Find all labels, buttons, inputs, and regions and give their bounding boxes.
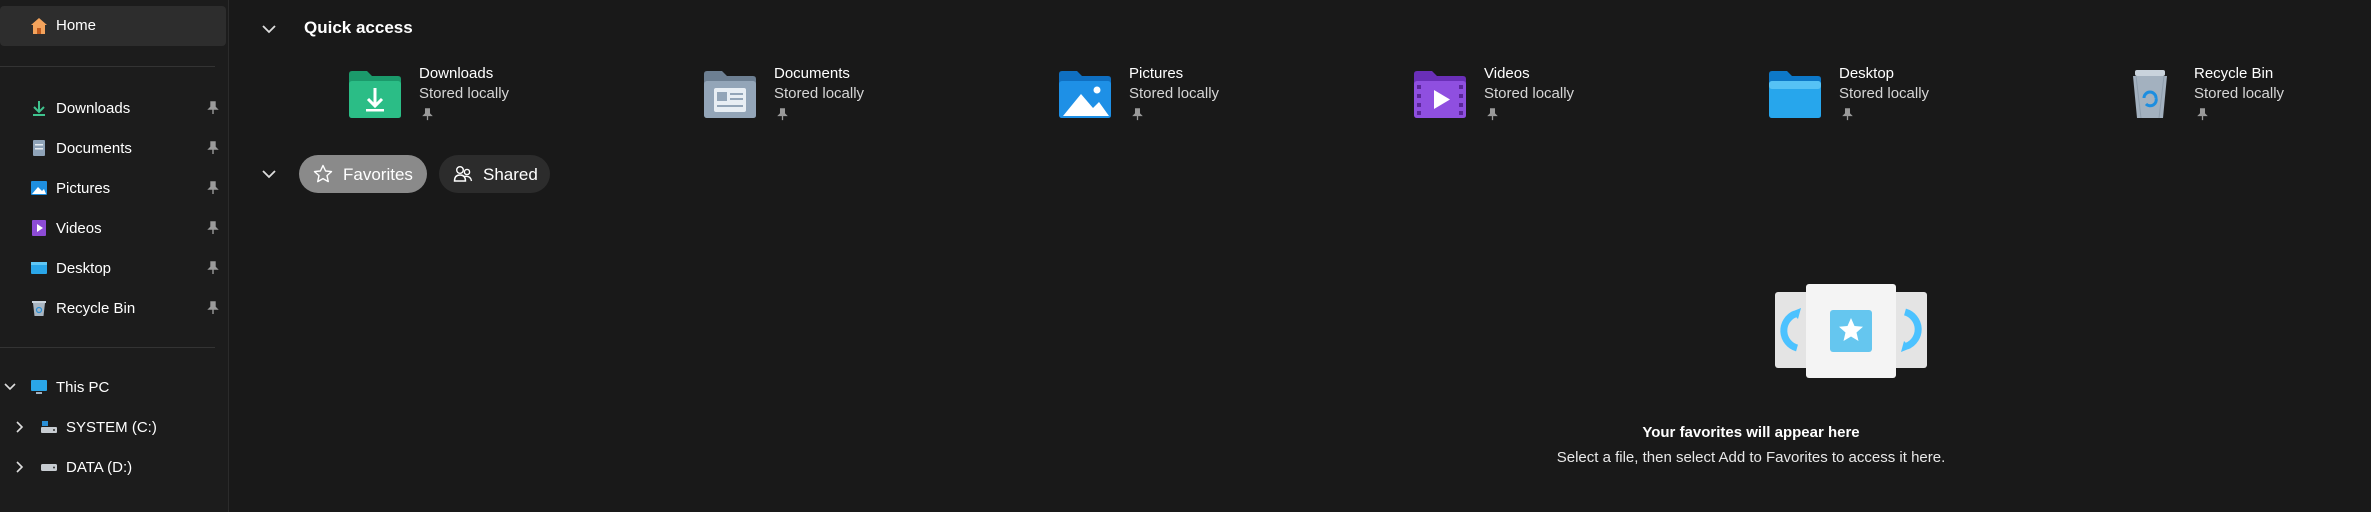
system-drive-icon: [41, 421, 57, 433]
navigation-pane: Home Downloads Documents Pictures Videos: [0, 0, 229, 512]
pin-icon[interactable]: [206, 261, 220, 275]
nav-item-drive-d[interactable]: DATA (D:): [0, 447, 226, 487]
pin-icon[interactable]: [206, 181, 220, 195]
home-content: Quick access Downloads Stored locally Do…: [229, 0, 2371, 512]
nav-item-drive-c[interactable]: SYSTEM (C:): [0, 407, 226, 447]
downloads-icon: [33, 101, 45, 116]
drive-icon: [41, 464, 57, 471]
pin-icon: [2197, 108, 2208, 121]
pictures-folder-icon: [1059, 71, 1111, 118]
pin-icon[interactable]: [206, 301, 220, 315]
nav-item-recycle-bin[interactable]: Recycle Bin: [0, 288, 226, 328]
nav-item-label: Home: [56, 17, 97, 34]
quick-access-item-desktop[interactable]: Desktop Stored locally: [1767, 64, 2067, 128]
nav-item-label: Downloads: [56, 99, 131, 117]
nav-item-documents[interactable]: Documents: [0, 128, 226, 168]
favorites-empty-illustration: [1775, 284, 1927, 378]
nav-item-label: DATA (D:): [66, 458, 133, 476]
divider: [0, 347, 215, 348]
nav-item-desktop[interactable]: Desktop: [0, 248, 226, 288]
empty-state-subtitle: Select a file, then select Add to Favori…: [1556, 449, 1946, 466]
chevron-down-icon[interactable]: [3, 380, 17, 394]
nav-item-downloads[interactable]: Downloads: [0, 88, 226, 128]
pin-icon[interactable]: [206, 141, 220, 155]
home-icon: [31, 18, 47, 34]
nav-item-home[interactable]: Home: [0, 6, 226, 46]
chevron-right-icon[interactable]: [13, 420, 27, 434]
item-status: Stored locally: [1839, 85, 1930, 102]
pin-icon: [1132, 108, 1143, 121]
documents-icon: [33, 140, 45, 156]
quick-access-item-documents[interactable]: Documents Stored locally: [702, 64, 1002, 128]
divider: [0, 66, 215, 67]
quick-access-item-pictures[interactable]: Pictures Stored locally: [1057, 64, 1357, 128]
star-icon: [313, 164, 333, 183]
nav-item-label: SYSTEM (C:): [66, 418, 157, 436]
item-name: Downloads: [419, 65, 494, 82]
item-status: Stored locally: [1129, 85, 1220, 102]
pin-icon: [1842, 108, 1853, 121]
pin-icon: [777, 108, 788, 121]
computer-icon: [31, 380, 47, 394]
quick-access-item-recycle-bin[interactable]: Recycle Bin Stored locally: [2122, 64, 2371, 128]
nav-item-videos[interactable]: Videos: [0, 208, 226, 248]
nav-item-label: Desktop: [56, 259, 112, 277]
videos-folder-icon: [1414, 71, 1466, 118]
nav-item-label: Recycle Bin: [56, 299, 136, 317]
pin-icon[interactable]: [206, 221, 220, 235]
recycle-bin-icon: [2133, 70, 2167, 119]
pin-icon: [422, 108, 433, 121]
item-name: Pictures: [1129, 65, 1184, 82]
videos-icon: [32, 220, 46, 236]
nav-item-this-pc[interactable]: This PC: [0, 367, 226, 407]
item-name: Videos: [1484, 65, 1530, 82]
empty-state-title: Your favorites will appear here: [1642, 424, 1860, 441]
nav-item-label: This PC: [56, 378, 110, 396]
quick-access-item-videos[interactable]: Videos Stored locally: [1412, 64, 1712, 128]
pin-icon: [1487, 108, 1498, 121]
item-status: Stored locally: [2194, 85, 2285, 102]
tab-shared[interactable]: Shared: [439, 155, 550, 193]
nav-item-label: Pictures: [56, 179, 111, 197]
recycle-bin-icon: [32, 301, 46, 316]
pin-icon[interactable]: [206, 101, 220, 115]
quick-access-title: Quick access: [304, 18, 413, 37]
chevron-down-icon[interactable]: [259, 19, 279, 39]
desktop-folder-icon: [1769, 71, 1821, 118]
nav-item-label: Documents: [56, 139, 132, 157]
tab-label: Favorites: [343, 165, 413, 184]
quick-access-item-downloads[interactable]: Downloads Stored locally: [347, 64, 647, 128]
item-status: Stored locally: [419, 85, 510, 102]
tab-label: Shared: [483, 165, 538, 184]
desktop-icon: [31, 262, 47, 274]
chevron-right-icon[interactable]: [13, 460, 27, 474]
nav-item-pictures[interactable]: Pictures: [0, 168, 226, 208]
nav-item-label: Videos: [56, 219, 102, 237]
item-status: Stored locally: [1484, 85, 1575, 102]
tab-favorites[interactable]: Favorites: [299, 155, 427, 193]
downloads-folder-icon: [349, 71, 401, 118]
item-status: Stored locally: [774, 85, 865, 102]
pictures-icon: [31, 181, 47, 195]
documents-folder-icon: [704, 71, 756, 118]
item-name: Recycle Bin: [2194, 65, 2274, 82]
people-icon: [453, 166, 473, 182]
item-name: Desktop: [1839, 65, 1895, 82]
item-name: Documents: [774, 65, 850, 82]
chevron-down-icon[interactable]: [259, 164, 279, 184]
